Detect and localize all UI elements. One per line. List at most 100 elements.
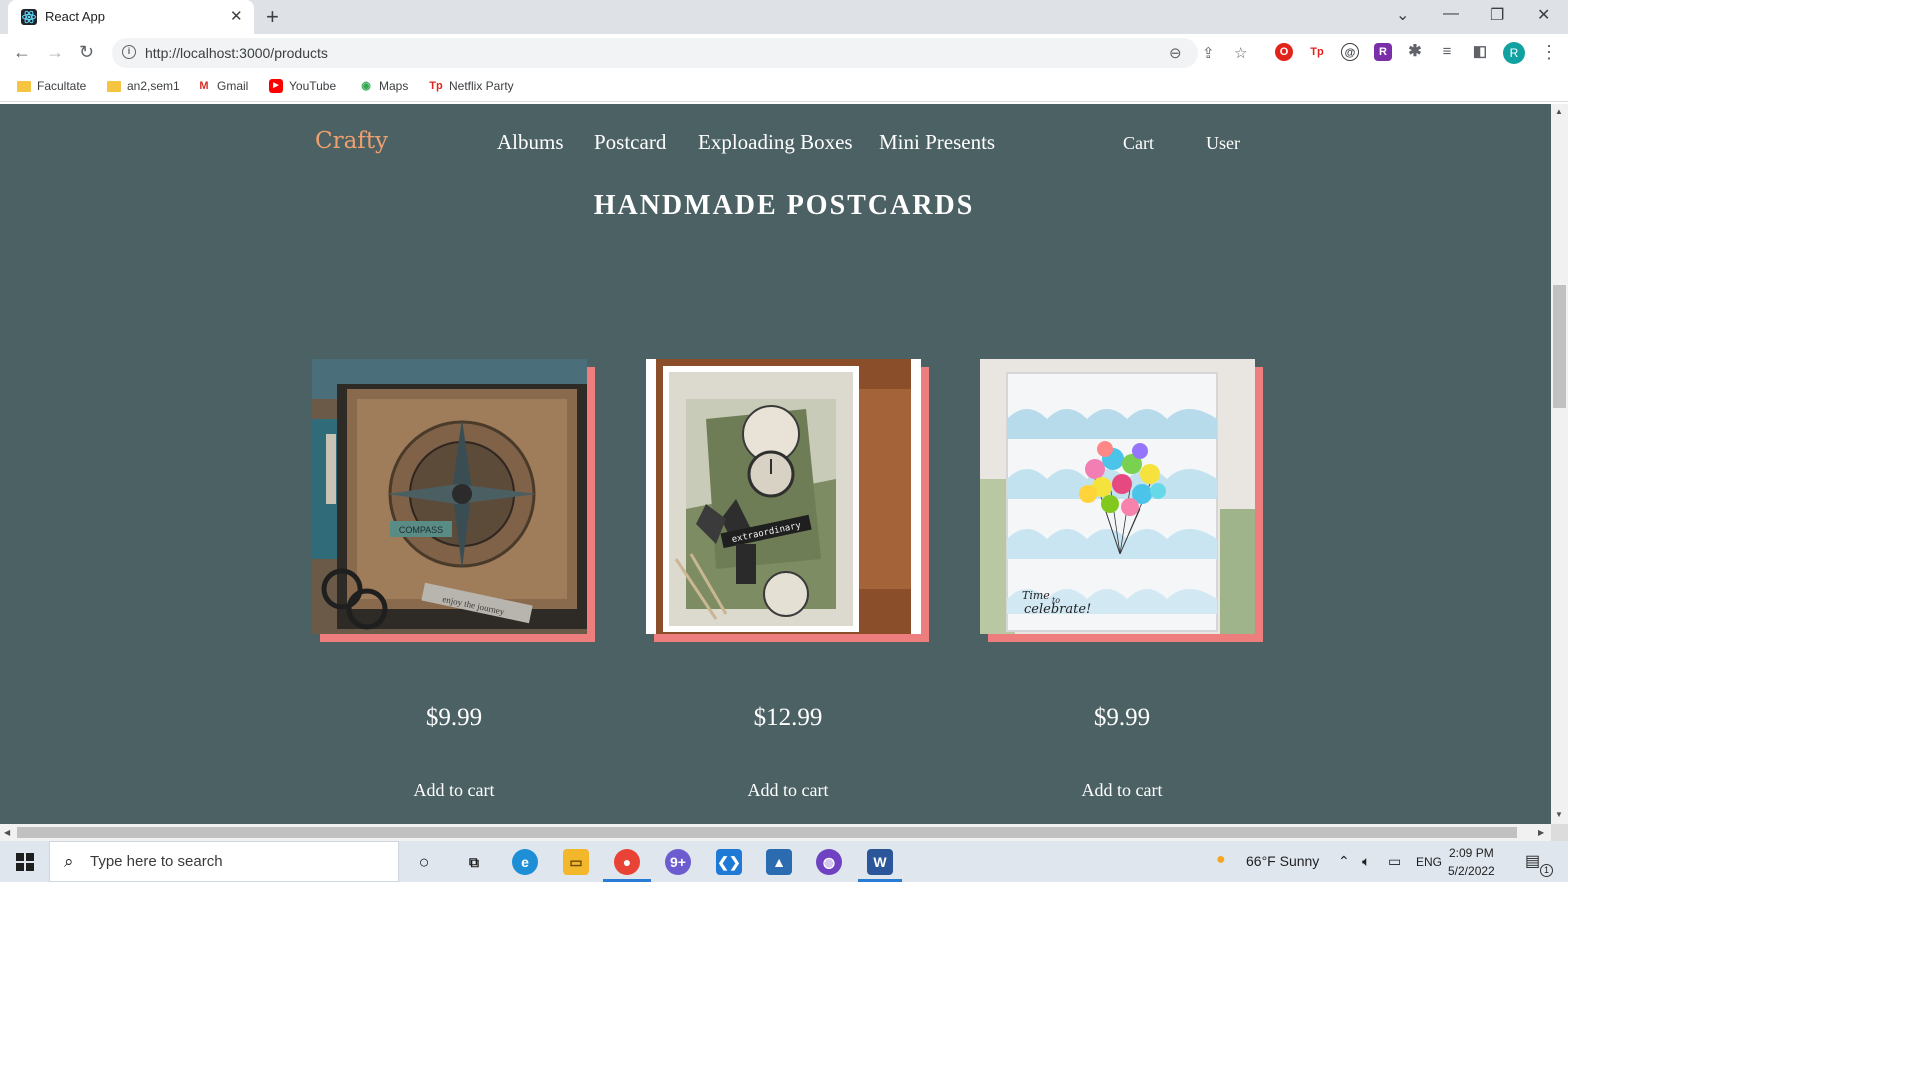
netflix-party-icon: Tp: [429, 80, 443, 92]
vscode-icon[interactable]: ❮❯: [716, 849, 742, 875]
cortana-icon[interactable]: ○: [411, 849, 437, 875]
page-viewport: Crafty Albums Postcard Exploading Boxes …: [0, 104, 1551, 824]
bookmark-label: Maps: [379, 79, 409, 93]
zoom-icon[interactable]: ⊖: [1169, 44, 1182, 62]
bookmark-star-icon[interactable]: ☆: [1234, 44, 1247, 62]
vertical-scroll-thumb[interactable]: [1553, 285, 1566, 408]
horizontal-scroll-thumb[interactable]: [17, 827, 1517, 838]
tab-search-icon[interactable]: ⌄: [1396, 5, 1409, 25]
chrome-icon[interactable]: ●: [614, 849, 640, 875]
weather-sun-icon: ●: [1216, 851, 1226, 868]
scroll-down-icon[interactable]: ▼: [1555, 810, 1563, 819]
nav-postcard[interactable]: Postcard: [594, 130, 666, 155]
edge-icon[interactable]: e: [512, 849, 538, 875]
battery-icon[interactable]: ▭: [1388, 853, 1401, 870]
product-price: $9.99: [425, 704, 483, 731]
bookmark-label: an2,sem1: [127, 79, 180, 93]
product-image-compass[interactable]: COMPASS enjoy the journey: [312, 359, 587, 634]
taskbar-search[interactable]: ⌕ Type here to search: [49, 841, 399, 882]
side-panel-icon[interactable]: ◧: [1471, 43, 1489, 61]
bookmark-label: Netflix Party: [449, 79, 514, 93]
restore-button[interactable]: ❐: [1490, 5, 1504, 25]
profile-avatar[interactable]: R: [1503, 42, 1525, 64]
add-to-cart-button[interactable]: Add to cart: [646, 780, 930, 801]
product-image-balloons[interactable]: Time to celebrate!: [980, 359, 1255, 634]
minimize-button[interactable]: —: [1443, 5, 1459, 23]
scrollbar-corner: [1551, 824, 1568, 841]
react-icon: [21, 9, 37, 25]
site-logo[interactable]: Crafty: [315, 128, 388, 154]
address-bar[interactable]: i http://localhost:3000/products ⊖ ⇪ ☆: [112, 38, 1247, 68]
tray-chevron-icon[interactable]: ⌃: [1338, 853, 1350, 870]
media-queue-icon[interactable]: ≡: [1438, 43, 1456, 61]
bookmark-maps[interactable]: ◉ Maps: [359, 79, 408, 93]
folder-icon: [107, 80, 121, 92]
notification-icon[interactable]: ▤: [1525, 851, 1540, 871]
nav-albums[interactable]: Albums: [497, 130, 564, 155]
folder-icon: [17, 80, 31, 92]
bookmark-netflix-party[interactable]: Tp Netflix Party: [429, 79, 514, 93]
url-text[interactable]: http://localhost:3000/products: [145, 45, 328, 61]
language-indicator[interactable]: ENG: [1416, 855, 1442, 869]
teleparty-extension-icon[interactable]: Tp: [1308, 43, 1326, 61]
bookmark-youtube[interactable]: ▶ YouTube: [269, 79, 336, 93]
new-tab-button[interactable]: +: [266, 5, 279, 29]
nav-exploading-boxes[interactable]: Exploading Boxes: [698, 130, 853, 155]
word-icon[interactable]: W: [867, 849, 893, 875]
search-icon: ⌕: [64, 852, 74, 871]
volume-icon[interactable]: 🔈︎: [1362, 853, 1370, 870]
nav-user[interactable]: User: [1206, 133, 1240, 154]
github-desktop-icon[interactable]: ◍: [816, 849, 842, 875]
menu-kebab-icon[interactable]: ⋮: [1540, 42, 1558, 63]
back-icon[interactable]: ←: [13, 42, 31, 62]
close-window-button[interactable]: ✕: [1537, 5, 1550, 25]
product-image-clock[interactable]: extraordinary: [646, 359, 921, 634]
nav-mini-presents[interactable]: Mini Presents: [879, 130, 995, 155]
share-icon[interactable]: ⇪: [1202, 44, 1215, 62]
vertical-scrollbar[interactable]: ▲ ▼: [1551, 104, 1568, 824]
youtube-icon: ▶: [269, 79, 283, 93]
tab-strip: React App ✕ + ⌄ — ❐ ✕: [0, 0, 1568, 34]
browser-toolbar: ← → ↻ i http://localhost:3000/products ⊖…: [0, 34, 1568, 72]
puzzle-extensions-icon[interactable]: ✱: [1406, 43, 1424, 61]
reload-icon[interactable]: ↻: [79, 42, 94, 62]
add-to-cart-button[interactable]: Add to cart: [980, 780, 1264, 801]
scroll-right-icon[interactable]: ▶: [1538, 828, 1544, 837]
task-view-icon[interactable]: ⧉: [461, 849, 487, 875]
file-explorer-icon[interactable]: ▭: [563, 849, 589, 875]
search-placeholder: Type here to search: [90, 853, 223, 870]
product-price: $12.99: [753, 704, 823, 731]
site-info-icon[interactable]: i: [122, 45, 136, 59]
forward-icon[interactable]: →: [46, 42, 64, 62]
maps-icon: ◉: [361, 80, 371, 92]
clock-time: 2:09 PM: [1449, 846, 1494, 860]
gmail-icon: M: [199, 80, 209, 92]
photos-icon[interactable]: ▲: [766, 849, 792, 875]
close-tab-icon[interactable]: ✕: [230, 8, 243, 25]
scroll-up-icon[interactable]: ▲: [1555, 107, 1563, 116]
add-to-cart-button[interactable]: Add to cart: [312, 780, 596, 801]
windows-taskbar: ⌕ Type here to search ○ ⧉ e ▭ ● 9+ ❮❯ ▲ …: [0, 841, 1568, 882]
chrome-profile-icon[interactable]: 9+: [665, 849, 691, 875]
taskbar-clock[interactable]: 2:09 PM 5/2/2022: [1448, 844, 1495, 880]
scroll-left-icon[interactable]: ◀: [4, 828, 10, 837]
page-title: HANDMADE POSTCARDS: [593, 190, 975, 221]
weather-text[interactable]: 66°F Sunny: [1246, 853, 1319, 869]
extension-icon[interactable]: @: [1341, 43, 1359, 61]
nav-cart[interactable]: Cart: [1123, 133, 1154, 154]
bookmark-gmail[interactable]: M Gmail: [197, 79, 248, 93]
adblock-extension-icon[interactable]: O: [1275, 43, 1293, 61]
product-price: $9.99: [1093, 704, 1151, 731]
bookmark-label: Facultate: [37, 79, 87, 93]
tab-title: React App: [45, 9, 105, 24]
browser-tab[interactable]: React App ✕: [8, 0, 254, 34]
image-text: celebrate!: [1024, 602, 1091, 617]
image-text: Time: [1022, 589, 1050, 602]
horizontal-scrollbar[interactable]: ◀ ▶: [0, 824, 1551, 841]
windows-start-icon[interactable]: [16, 853, 34, 871]
bookmark-facultate[interactable]: Facultate: [17, 79, 86, 93]
bookmark-label: YouTube: [289, 79, 337, 93]
image-text: COMPASS: [399, 525, 443, 535]
bookmark-an2sem1[interactable]: an2,sem1: [107, 79, 180, 93]
r-extension-icon[interactable]: R: [1374, 43, 1392, 61]
